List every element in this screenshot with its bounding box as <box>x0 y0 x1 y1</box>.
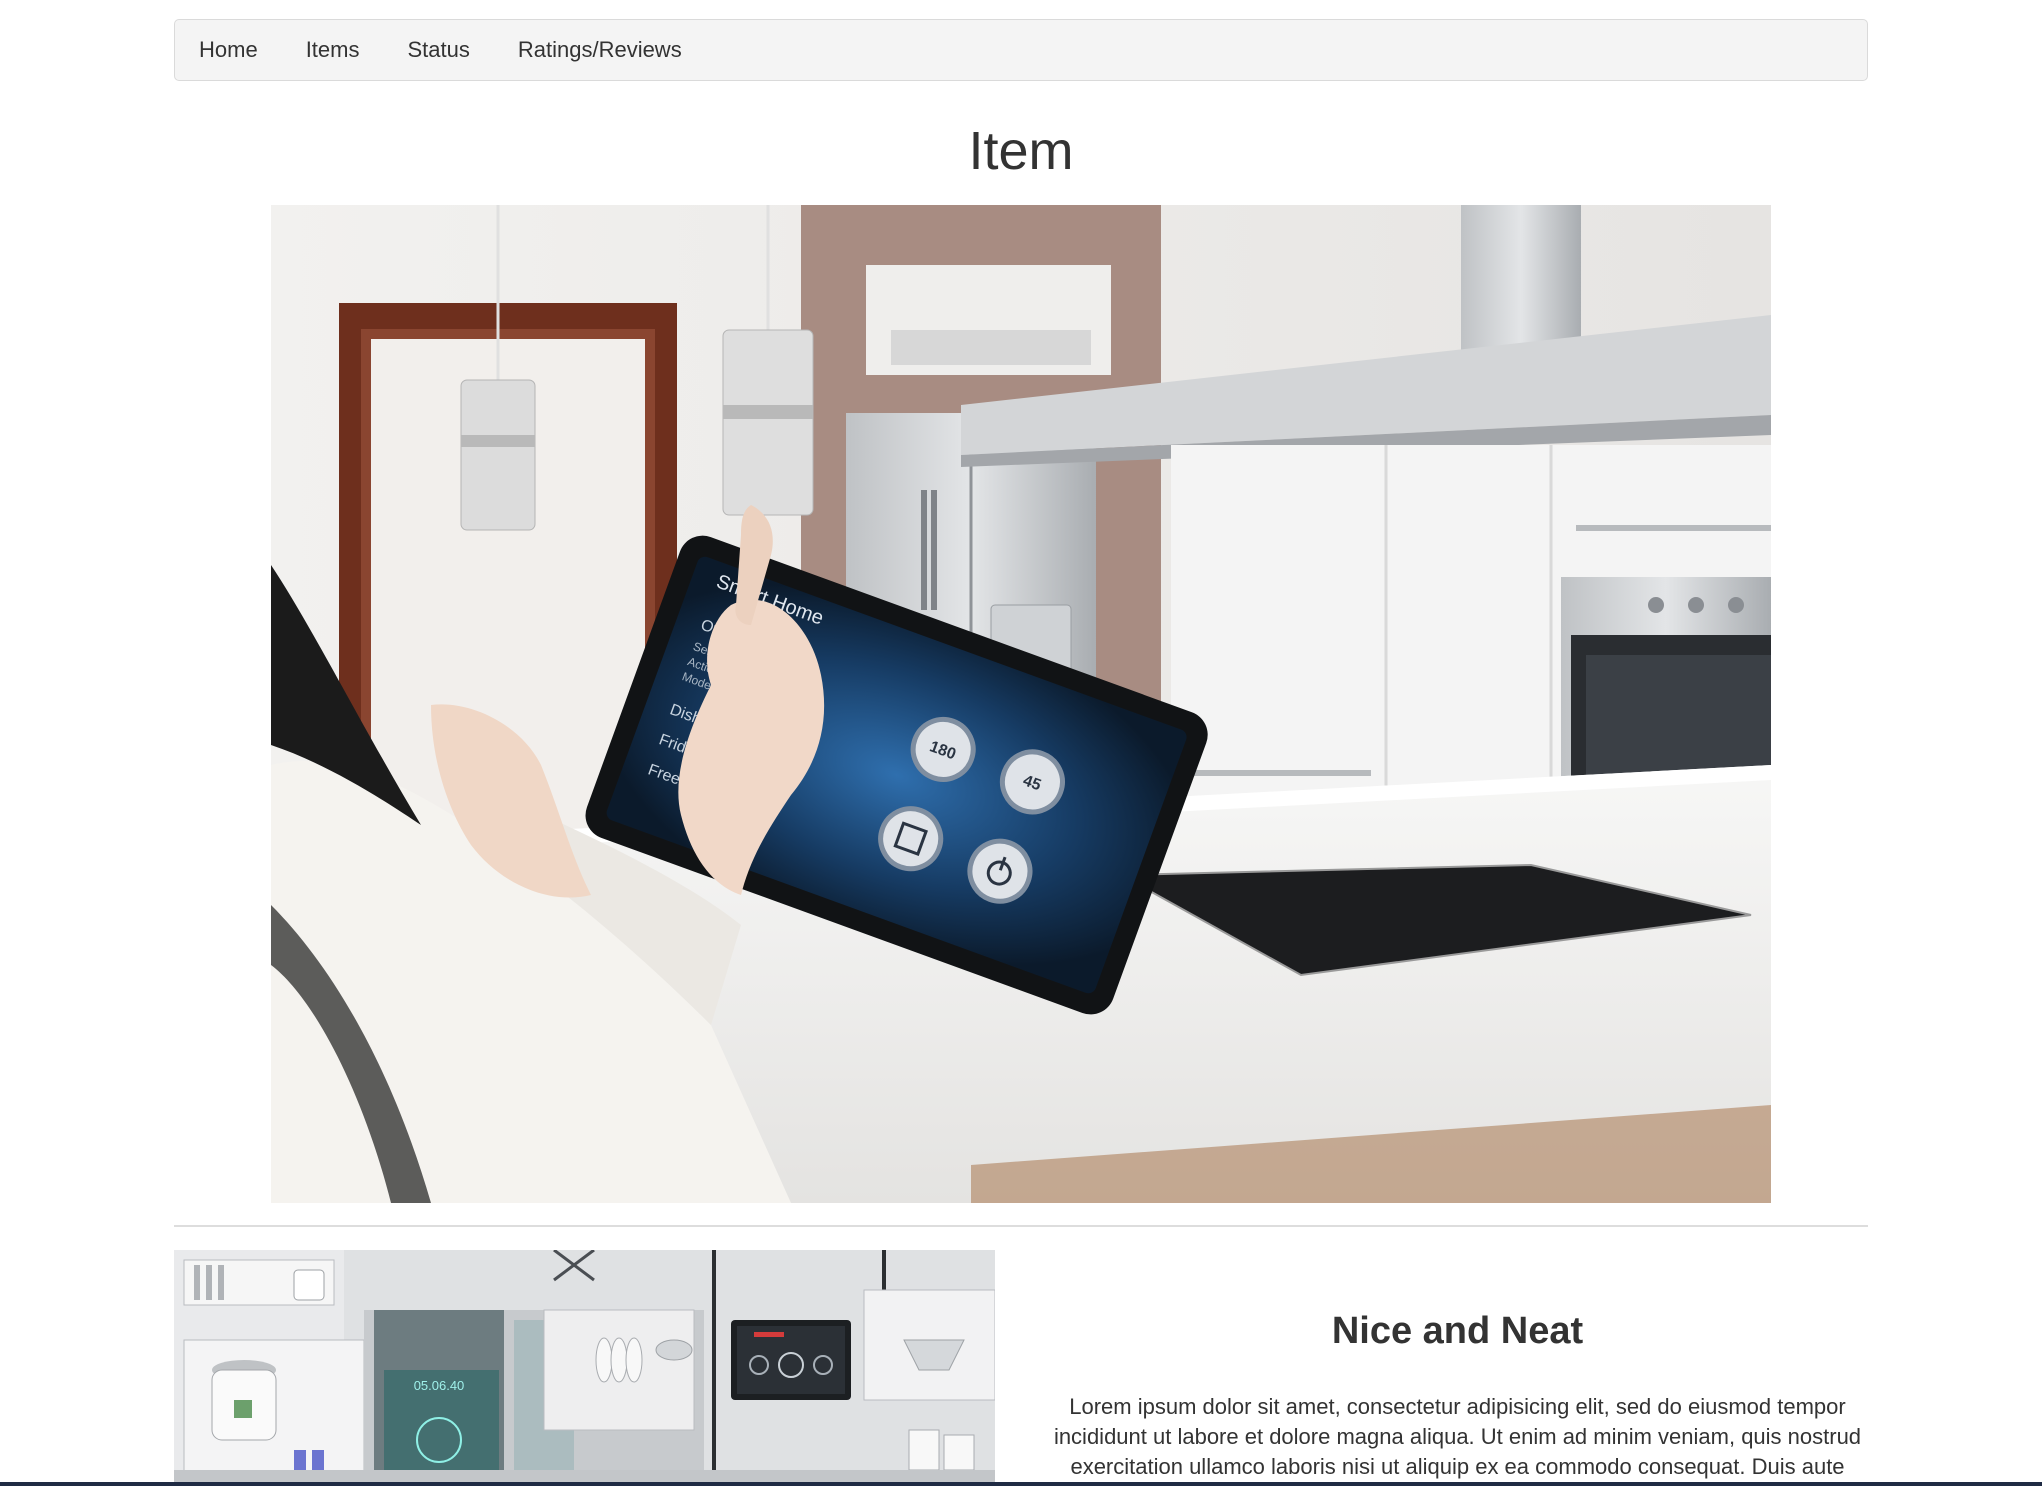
nav-link-home[interactable]: Home <box>199 37 258 63</box>
feature-text-block: Nice and Neat Lorem ipsum dolor sit amet… <box>1030 1250 1885 1486</box>
window-bottom-edge <box>0 1482 2042 1486</box>
feature-body: Lorem ipsum dolor sit amet, consectetur … <box>1053 1394 1862 1479</box>
nav-link-status[interactable]: Status <box>407 37 469 63</box>
feature-image: 05.06.40 <box>174 1250 995 1486</box>
page-title: Item <box>968 121 1074 181</box>
nav-link-items[interactable]: Items <box>306 37 360 63</box>
nav-link-ratings-reviews[interactable]: Ratings/Reviews <box>518 37 682 63</box>
fridge-screen-time: 05.06.40 <box>414 1378 465 1393</box>
hero-illustration: Smart Home Oven Settings Actions Mode Di… <box>271 205 1771 1203</box>
section-divider <box>174 1225 1868 1227</box>
top-navbar: Home Items Status Ratings/Reviews <box>174 19 1868 81</box>
hero-image: Smart Home Oven Settings Actions Mode Di… <box>271 205 1771 1203</box>
feature-heading: Nice and Neat <box>1331 1310 1584 1352</box>
feature-illustration: 05.06.40 <box>174 1250 995 1486</box>
